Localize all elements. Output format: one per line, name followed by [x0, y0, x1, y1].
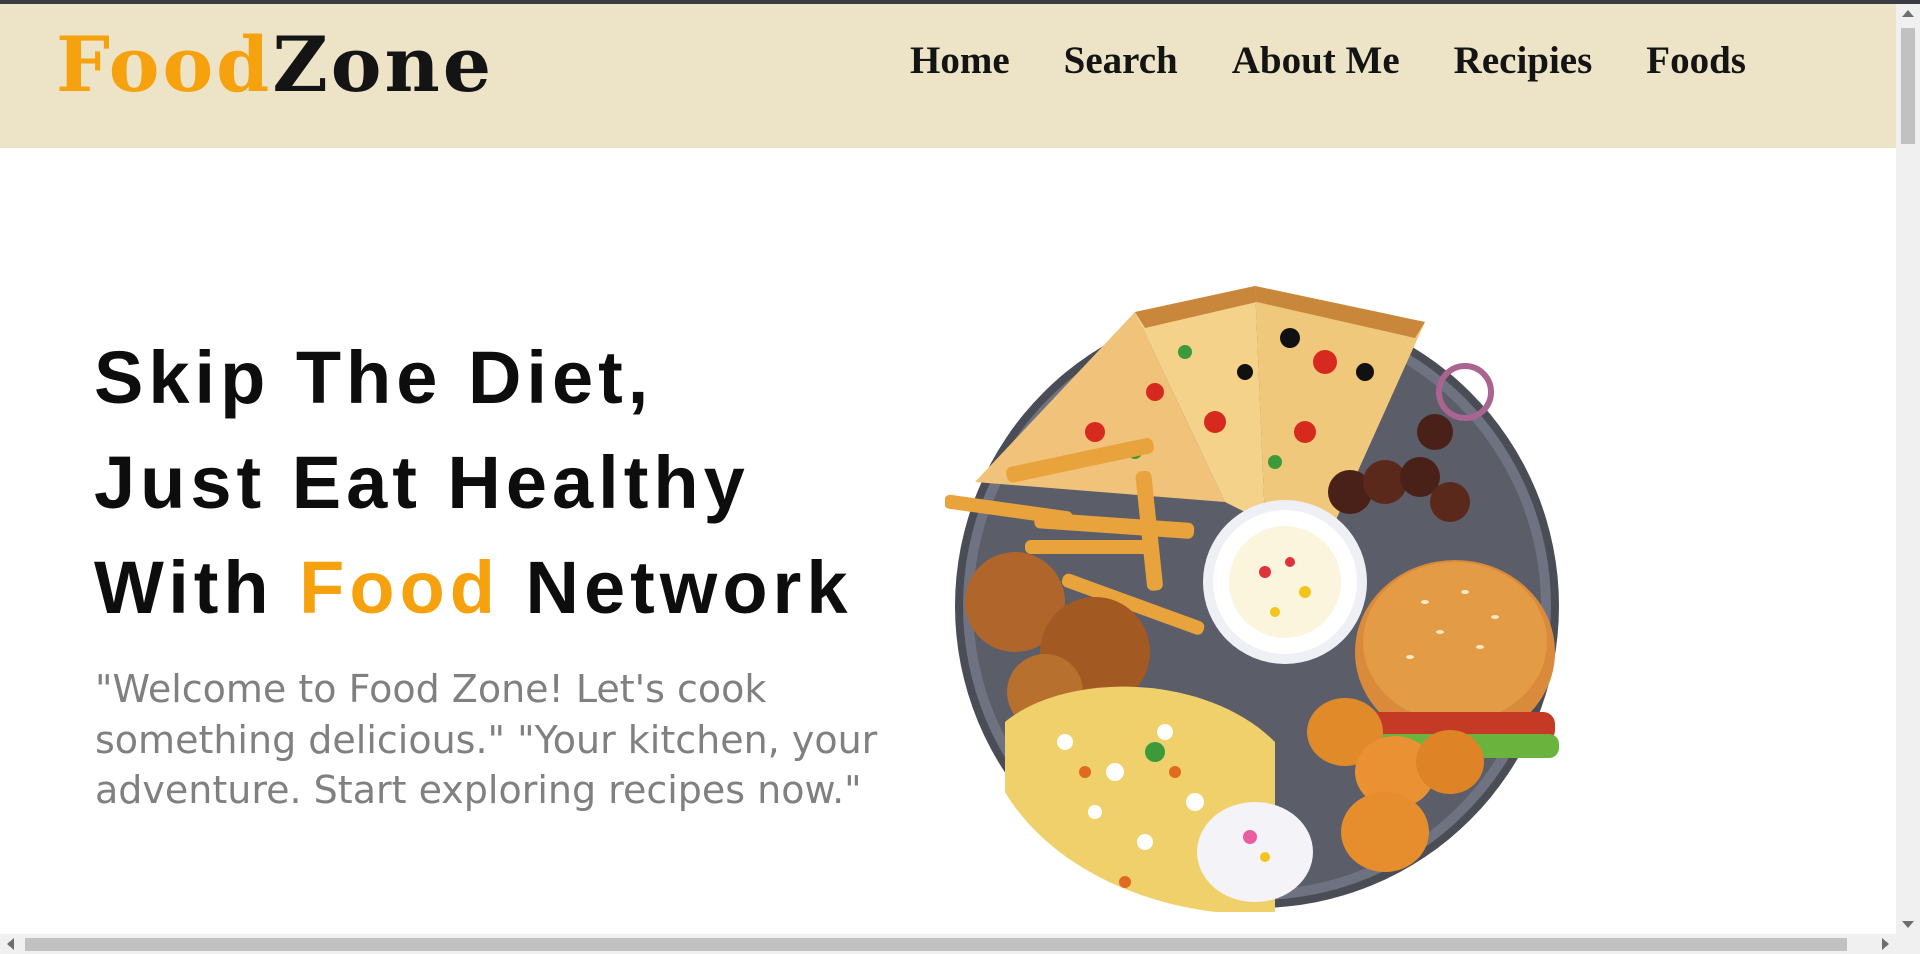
hero-line-3-post: Network: [499, 546, 853, 629]
nav-foods-link[interactable]: Foods: [1646, 37, 1746, 85]
horizontal-scroll-thumb[interactable]: [25, 938, 1847, 951]
food-platter-image: [943, 272, 1565, 914]
hero-line-2: Just Eat Healthy: [94, 441, 750, 524]
vertical-scroll-thumb[interactable]: [1901, 28, 1915, 144]
site-header: FoodZone Home Search About Me Recipies F…: [0, 4, 1896, 148]
site-logo[interactable]: FoodZone: [56, 22, 494, 108]
hero-line-1: Skip The Diet,: [94, 336, 654, 419]
scroll-up-arrow-icon[interactable]: [1902, 10, 1914, 17]
scroll-left-arrow-icon[interactable]: [7, 938, 14, 950]
nav-home-link[interactable]: Home: [910, 37, 1010, 85]
horizontal-scrollbar[interactable]: [0, 934, 1896, 954]
hero-heading: Skip The Diet, Just Eat Healthy With Foo…: [94, 325, 853, 640]
hero-description: "Welcome to Food Zone! Let's cook someth…: [95, 667, 878, 812]
logo-part-food: Food: [56, 20, 273, 109]
scroll-right-arrow-icon[interactable]: [1882, 938, 1889, 950]
scroll-down-arrow-icon[interactable]: [1902, 921, 1914, 928]
hero-line-3-accent: Food: [299, 546, 500, 629]
main-nav: Home Search About Me Recipies Foods: [910, 37, 1746, 85]
vertical-scrollbar[interactable]: [1896, 4, 1920, 934]
scrollbar-corner: [1896, 934, 1920, 954]
nav-about-link[interactable]: About Me: [1232, 37, 1400, 85]
logo-part-zone: Zone: [272, 20, 495, 109]
nav-recipes-link[interactable]: Recipies: [1454, 37, 1593, 85]
hero-line-3-pre: With: [94, 546, 300, 629]
nav-search-link[interactable]: Search: [1064, 37, 1178, 85]
